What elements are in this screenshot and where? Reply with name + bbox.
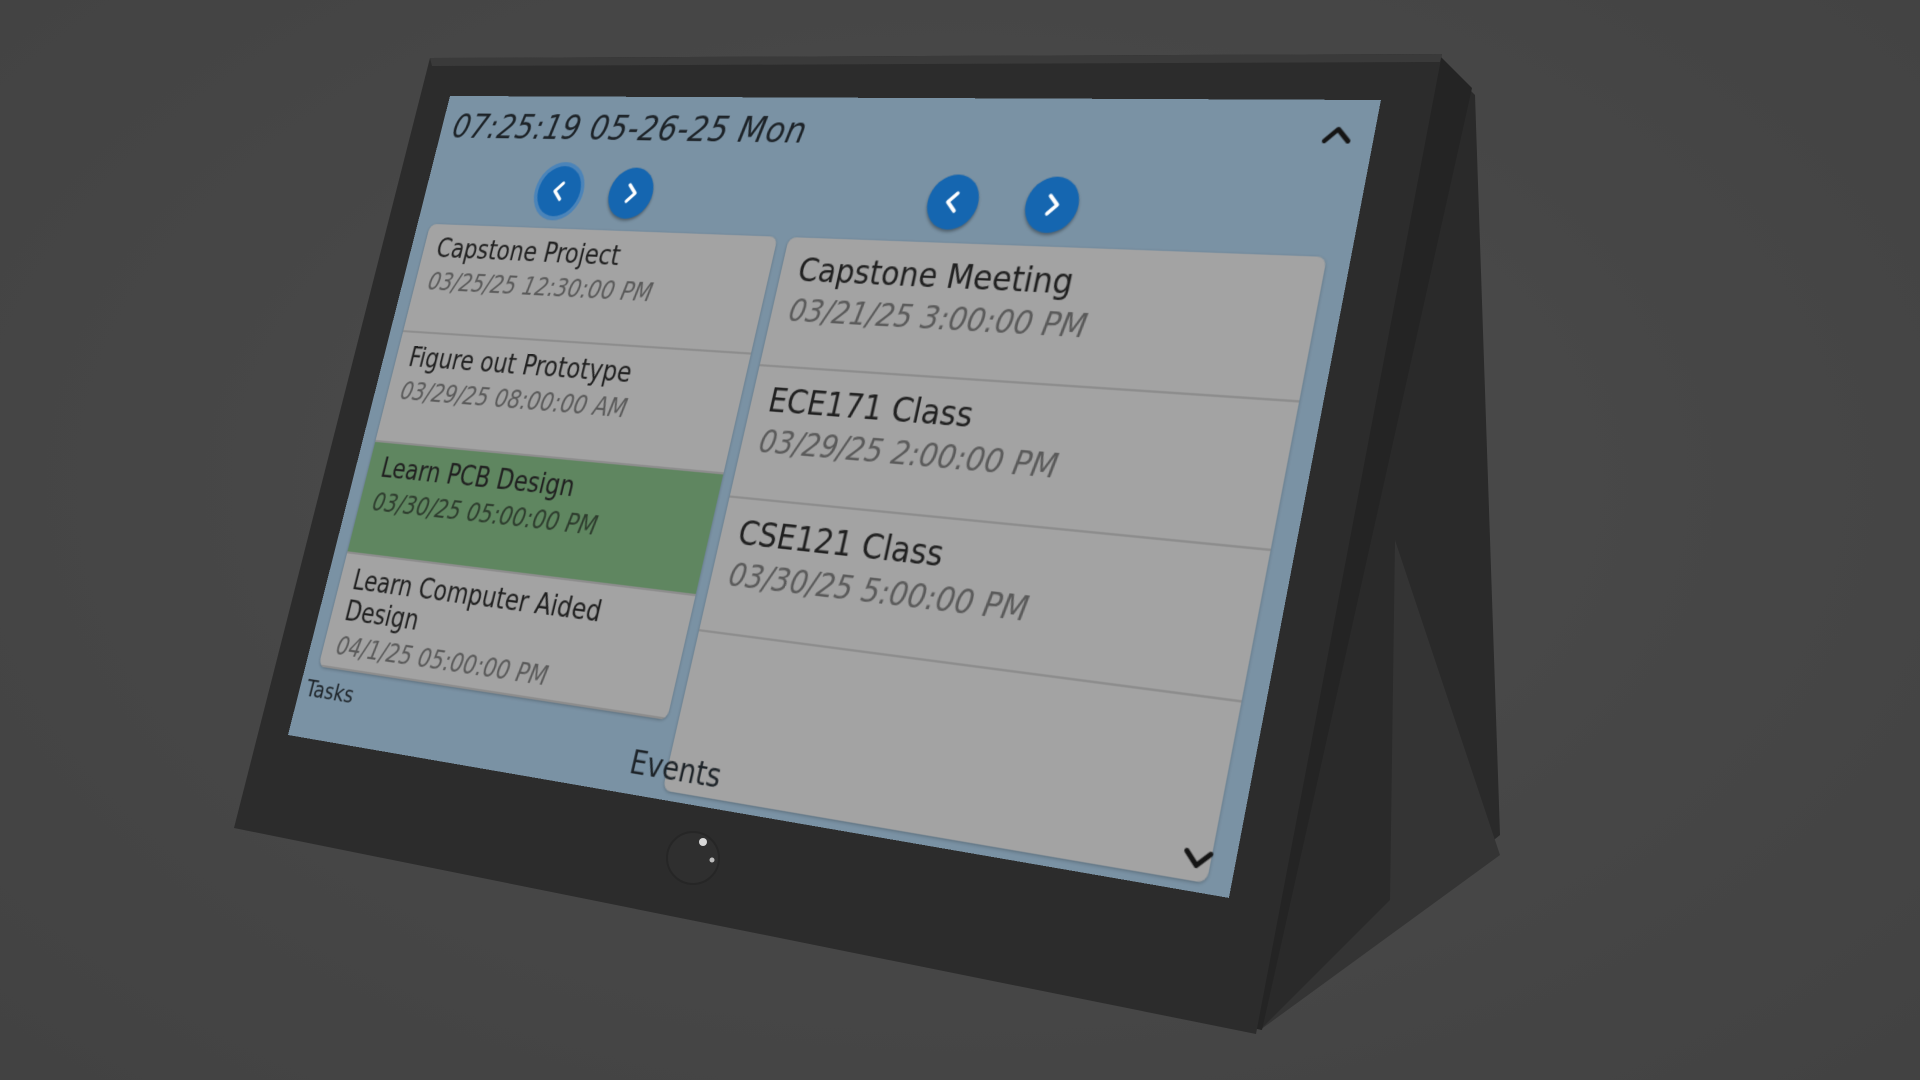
chevron-up-icon bbox=[1320, 123, 1355, 145]
clock-readout: 07:25:19 05-26-25 Mon bbox=[448, 107, 812, 153]
chevron-down-icon bbox=[1180, 845, 1216, 874]
top-bar: 07:25:19 05-26-25 Mon bbox=[435, 96, 1381, 171]
home-button-glint bbox=[699, 838, 707, 846]
expand-button[interactable] bbox=[1173, 836, 1221, 882]
chevron-left-icon bbox=[940, 190, 965, 215]
tasks-prev-button[interactable] bbox=[532, 165, 587, 217]
scene-background: 07:25:19 05-26-25 Mon Capstone Project 0… bbox=[0, 0, 1920, 1080]
tasks-next-button[interactable] bbox=[603, 167, 659, 220]
chevron-right-icon bbox=[619, 182, 642, 205]
collapse-button[interactable] bbox=[1314, 116, 1361, 152]
events-prev-button[interactable] bbox=[921, 174, 985, 231]
chevron-right-icon bbox=[1039, 192, 1065, 217]
events-next-button[interactable] bbox=[1019, 176, 1085, 234]
chevron-left-icon bbox=[548, 180, 570, 203]
